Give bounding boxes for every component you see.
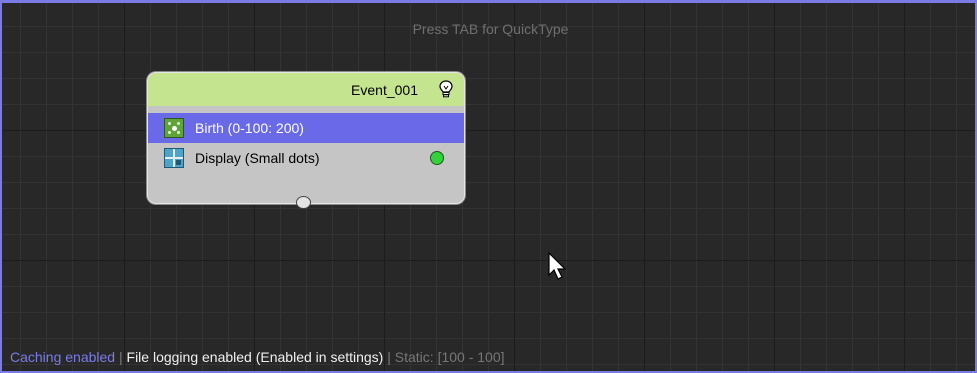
operator-label-display: Display (Small dots) [195,150,320,166]
status-static: Static: [100 - 100] [394,349,505,365]
operator-row-birth[interactable]: Birth (0-100: 200) [148,113,464,143]
event-node-header[interactable]: Event_001 [148,73,464,106]
display-color-swatch[interactable] [430,151,444,165]
node-output-port[interactable] [296,196,311,209]
birth-operator-icon [164,118,184,138]
status-bar: Caching enabled | File logging enabled (… [10,349,505,365]
status-caching: Caching enabled [10,349,116,365]
event-node-title: Event_001 [351,82,418,98]
status-separator: | [383,349,395,365]
event-node[interactable]: Event_001 Birth (0-100: 200) Display (Sm… [147,72,465,209]
operator-row-display[interactable]: Display (Small dots) [148,143,464,173]
lightbulb-icon[interactable] [438,80,454,98]
status-separator: | [115,349,127,365]
display-operator-icon [164,148,184,168]
mouse-cursor-icon [548,252,567,280]
particle-view-canvas[interactable]: Press TAB for QuickType Event_001 Birth … [0,0,977,373]
operator-label-birth: Birth (0-100: 200) [195,120,304,136]
quicktype-hint: Press TAB for QuickType [412,21,569,37]
status-file-logging: File logging enabled (Enabled in setting… [126,349,384,365]
